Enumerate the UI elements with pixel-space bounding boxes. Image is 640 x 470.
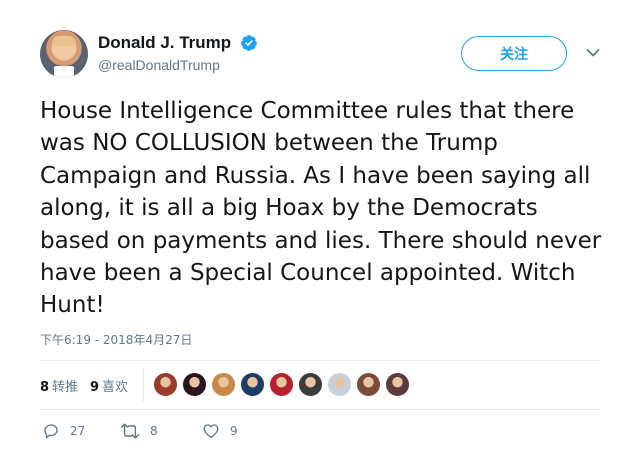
- retweet-icon: [120, 423, 140, 439]
- tweet-stats: 8 转推 9 喜欢: [40, 368, 600, 402]
- tweet-actions: 27 8 9: [40, 422, 340, 444]
- tweet-timestamp[interactable]: 下午6:19 - 2018年4月27日: [40, 331, 192, 348]
- retweets-label: 转推: [52, 380, 79, 395]
- author-info: Donald J. Trump @realDonaldTrump: [98, 32, 258, 73]
- liker-avatar[interactable]: [269, 372, 294, 397]
- like-button[interactable]: 9: [202, 422, 238, 440]
- tweet-header: Donald J. Trump @realDonaldTrump 关注: [40, 30, 620, 82]
- reply-count: 27: [70, 424, 86, 438]
- follow-button[interactable]: 关注: [461, 36, 567, 71]
- stats-separator: [143, 368, 144, 402]
- liker-avatar[interactable]: [385, 372, 410, 397]
- verified-badge-icon: [241, 34, 258, 51]
- liker-avatar[interactable]: [356, 372, 381, 397]
- chevron-down-icon[interactable]: [586, 48, 600, 58]
- liker-avatar[interactable]: [327, 372, 352, 397]
- liker-avatar[interactable]: [298, 372, 323, 397]
- reply-icon: [44, 424, 58, 439]
- retweets-stat[interactable]: 8 转推: [40, 376, 78, 395]
- divider: [40, 409, 600, 410]
- display-name[interactable]: Donald J. Trump: [98, 33, 231, 53]
- divider: [40, 360, 600, 361]
- retweets-count: 8: [40, 380, 50, 395]
- tweet-text: House Intelligence Committee rules that …: [40, 98, 602, 319]
- heart-icon: [203, 424, 219, 439]
- liker-avatars: [153, 372, 414, 397]
- liker-avatar[interactable]: [240, 372, 265, 397]
- reply-button[interactable]: 27: [42, 422, 85, 440]
- liker-avatar[interactable]: [153, 372, 178, 397]
- likes-label: 喜欢: [102, 380, 129, 395]
- liker-avatar[interactable]: [211, 372, 236, 397]
- like-count: 9: [230, 424, 238, 438]
- likes-count: 9: [90, 380, 100, 395]
- avatar[interactable]: [40, 30, 88, 78]
- handle[interactable]: @realDonaldTrump: [98, 57, 258, 73]
- retweet-count: 8: [150, 424, 158, 438]
- retweet-button[interactable]: 8: [120, 422, 158, 440]
- liker-avatar[interactable]: [182, 372, 207, 397]
- likes-stat[interactable]: 9 喜欢: [90, 376, 128, 395]
